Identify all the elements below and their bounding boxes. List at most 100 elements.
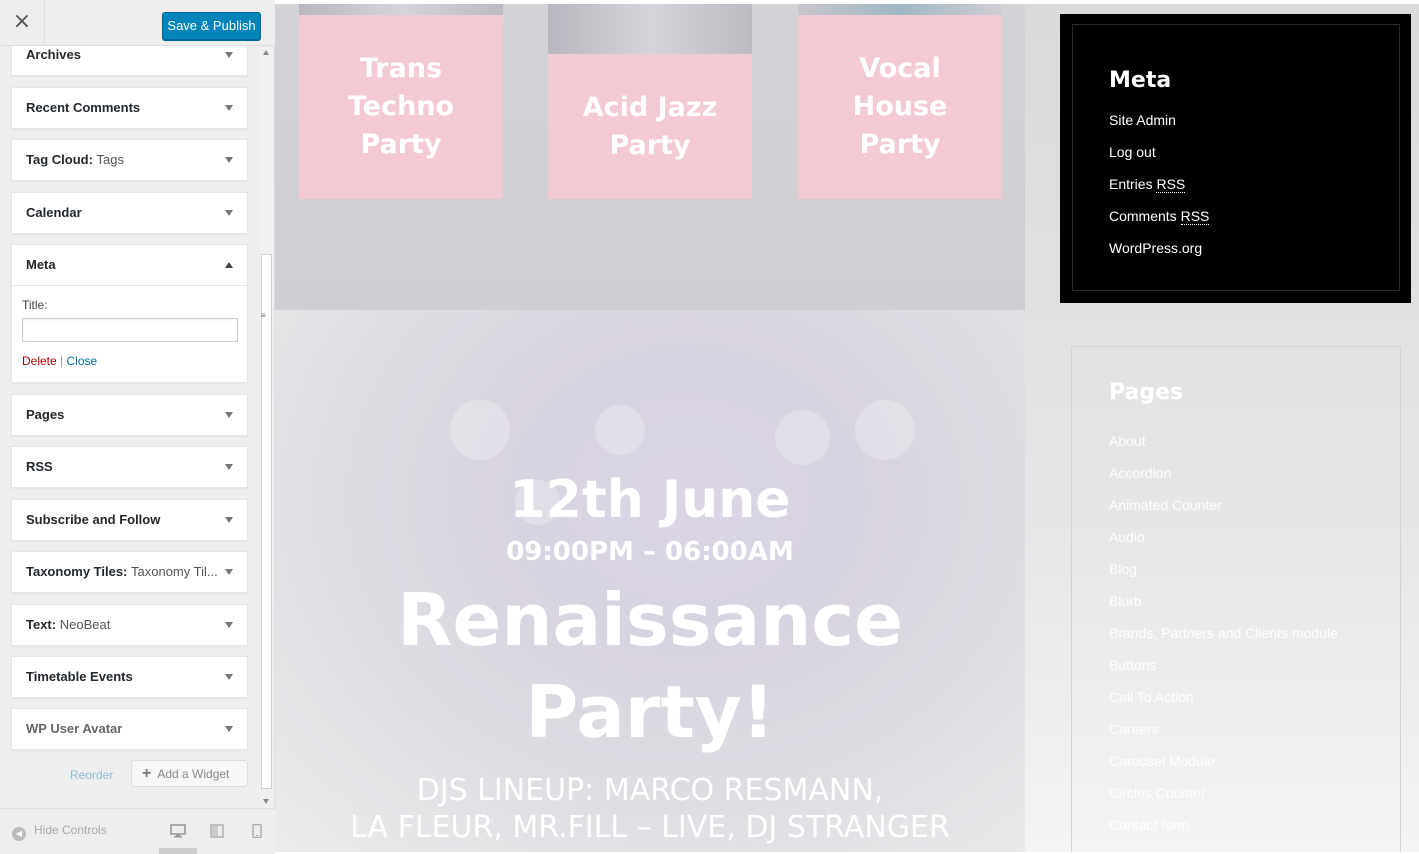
sidebar-scrollbar[interactable]: ≡ [259,46,274,808]
expand-arrow-icon[interactable] [225,622,233,628]
comments-rss-link[interactable]: Comments RSS [1109,208,1210,225]
event-time: 09:00PM – 06:00AM [506,537,794,567]
add-widget-label: Add a Widget [157,767,230,781]
grip-icon: ≡ [261,311,266,320]
meta-widget-form: Title: Delete | Close [12,285,247,382]
widget-text[interactable]: Text: NeoBeat [11,604,248,646]
meta-widget-preview: Meta Site Admin Log out Entries RSS Comm… [1060,14,1411,303]
tile-trans-techno[interactable]: Trans Techno Party [299,15,503,199]
title-input[interactable] [22,318,238,342]
title-label: Title: [22,298,48,312]
link-text: Comments [1109,208,1177,224]
preview-sidebar: Meta Site Admin Log out Entries RSS Comm… [1025,4,1419,852]
widget-title: RSS [26,459,53,474]
page-link[interactable]: Blog [1109,561,1137,577]
widget-wp-user-avatar[interactable]: WP User Avatar [11,708,248,750]
widget-title: Tag Cloud: [26,152,93,167]
expand-arrow-icon[interactable] [225,157,233,163]
expand-arrow-icon[interactable] [225,52,233,58]
pages-widget-title: Pages [1109,380,1184,405]
widget-subtitle: Taxonomy Til... [131,564,218,579]
rss-abbr: RSS [1180,208,1210,225]
widget-tag-cloud[interactable]: Tag Cloud: Tags [11,139,248,181]
widget-title: Subscribe and Follow [26,512,161,527]
hide-controls-button[interactable]: ◀ Hide Controls [12,823,107,841]
page-link[interactable]: Call To Action [1109,689,1194,705]
delete-link[interactable]: Delete [22,354,57,368]
widget-calendar[interactable]: Calendar [11,192,248,234]
widget-meta[interactable]: Meta Title: Delete | Close [11,244,248,383]
widget-taxonomy-tiles[interactable]: Taxonomy Tiles: Taxonomy Til... [11,551,248,593]
entries-rss-link[interactable]: Entries RSS [1109,176,1186,193]
expand-arrow-icon[interactable] [225,464,233,470]
active-device-indicator [159,848,197,854]
widget-title: Taxonomy Tiles: [26,564,128,579]
expand-arrow-icon[interactable] [225,412,233,418]
meta-widget-title: Meta [1109,68,1172,93]
collapse-arrow-icon[interactable] [225,262,233,268]
expand-arrow-icon[interactable] [225,569,233,575]
expand-arrow-icon[interactable] [225,105,233,111]
page-link[interactable]: Brands, Partners and Clients module [1109,625,1338,641]
scrollbar-thumb[interactable] [261,254,272,789]
page-link[interactable]: Animated Counter [1109,497,1222,513]
expand-arrow-icon[interactable] [225,674,233,680]
bokeh-light [595,405,645,455]
page-link[interactable]: Circles Counter [1109,785,1205,801]
bokeh-light [855,400,915,460]
page-link[interactable]: Contact form [1109,817,1189,833]
tile-label: Vocal House Party [852,53,948,160]
expand-arrow-icon[interactable] [225,517,233,523]
widget-subscribe-follow[interactable]: Subscribe and Follow [11,499,248,541]
mobile-preview-icon[interactable] [249,824,265,838]
scroll-down-icon[interactable] [263,799,269,804]
add-widget-button[interactable]: + Add a Widget [131,760,248,787]
page-link[interactable]: Blurb [1109,593,1142,609]
separator: | [60,354,64,368]
event-title: Renaissance Party! [397,578,903,754]
page-link[interactable]: About [1109,433,1146,449]
widget-timetable-events[interactable]: Timetable Events [11,656,248,698]
close-customizer-button[interactable]: × [0,0,45,46]
site-admin-link[interactable]: Site Admin [1109,112,1176,128]
event-lineup: DJS LINEUP: MARCO RESMANN, LA FLEUR, MR.… [350,773,950,845]
widget-title: Recent Comments [26,100,141,115]
tile-label: Trans Techno Party [347,53,455,160]
rss-abbr: RSS [1156,176,1186,193]
widget-recent-comments[interactable]: Recent Comments [11,87,248,129]
page-link[interactable]: Accordion [1109,465,1171,481]
expand-arrow-icon[interactable] [225,726,233,732]
log-out-link[interactable]: Log out [1109,144,1156,160]
hide-controls-label: Hide Controls [34,823,107,837]
tablet-preview-icon[interactable] [209,824,225,838]
page-link[interactable]: Careers [1109,721,1159,737]
widget-rss[interactable]: RSS [11,446,248,488]
customizer-header: × Save & Publish [0,0,275,46]
tile-acid-jazz[interactable]: Acid Jazz Party [548,54,752,199]
tile-photo [548,4,752,59]
widget-archives[interactable]: Archives [11,46,248,76]
widget-pages[interactable]: Pages [11,394,248,436]
tile-vocal-house[interactable]: Vocal House Party [798,15,1002,199]
widget-title: Archives [26,47,81,62]
widget-title: Text: [26,617,57,632]
scroll-up-icon[interactable] [263,50,269,55]
page-link[interactable]: Carousel Module [1109,753,1215,769]
page-link[interactable]: Audio [1109,529,1145,545]
customizer-footer: ◀ Hide Controls [0,808,275,854]
save-publish-button[interactable]: Save & Publish [162,12,261,40]
plus-icon: + [142,765,152,782]
widget-title: Pages [26,407,65,422]
widget-title: Meta [26,257,56,272]
wordpress-org-link[interactable]: WordPress.org [1109,240,1202,256]
event-date: 12th June [509,470,791,530]
expand-arrow-icon[interactable] [225,210,233,216]
collapse-icon: ◀ [12,827,26,841]
customizer-sidebar: × Save & Publish Archives Recent Comment… [0,0,275,854]
widget-list: Archives Recent Comments Tag Cloud: Tags… [0,46,259,808]
site-preview: Trans Techno Party Acid Jazz Party Vocal… [275,4,1419,852]
desktop-preview-icon[interactable] [170,824,186,838]
page-link[interactable]: Buttons [1109,657,1156,673]
close-link[interactable]: Close [67,354,98,368]
reorder-link[interactable]: Reorder [70,768,113,782]
